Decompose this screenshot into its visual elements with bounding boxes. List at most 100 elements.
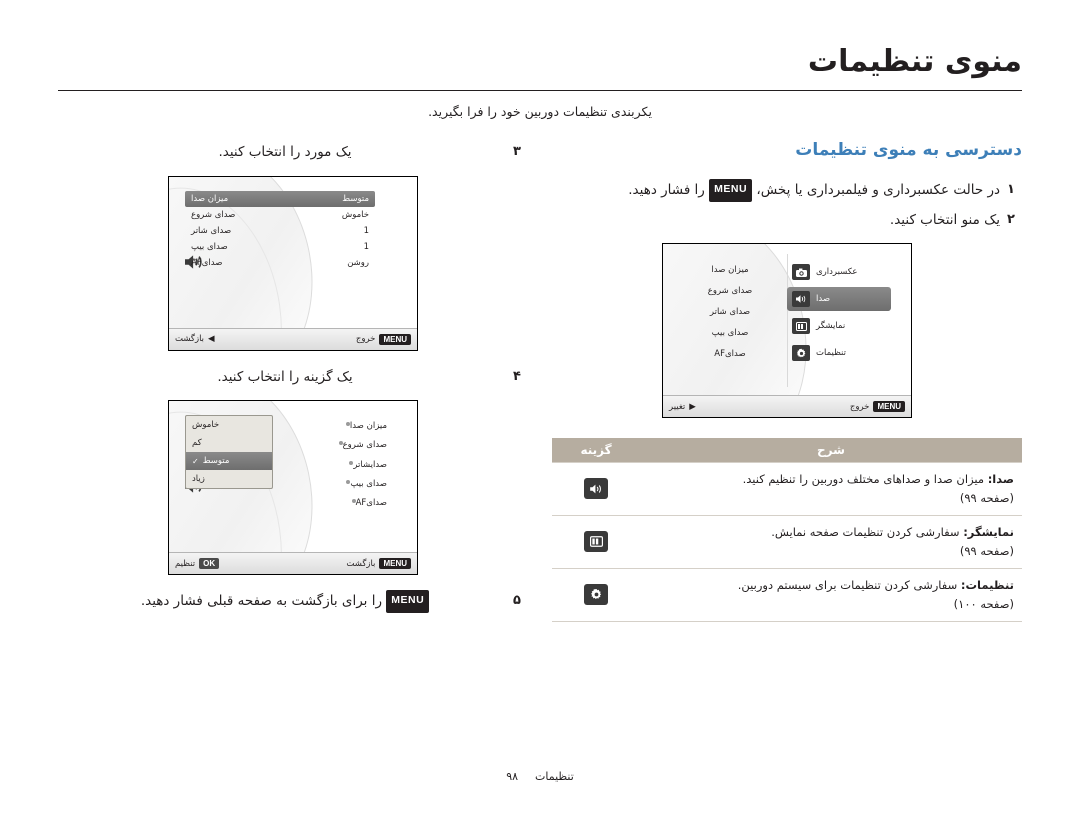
change-label: تغییر — [669, 401, 686, 412]
menu-item-sound[interactable]: صدا — [787, 287, 891, 312]
set-label: تنظیم — [175, 558, 196, 569]
table-cell-icon-display — [552, 515, 640, 570]
step-4-number: ۴ — [513, 368, 521, 384]
menu-chip: MENU — [873, 401, 905, 413]
step-5: ۵ MENU را برای بازگشت به صفحه قبلی فشار … — [58, 589, 528, 615]
option-low[interactable]: کم — [186, 434, 272, 452]
bottom-bar-left[interactable]: MENU خروج — [850, 401, 905, 413]
list-item-af-sound-label: صدایAF — [191, 257, 223, 268]
screen-bottom-bar: MENU خروج ◀ بازگشت — [169, 327, 417, 350]
display-icon — [792, 318, 810, 335]
page-title: منوی تنظیمات — [807, 44, 1022, 79]
speaker-icon — [584, 478, 608, 500]
exit-label: خروج — [355, 334, 376, 345]
bottom-bar-right[interactable]: ▶ تغییر — [669, 402, 696, 412]
volume-options-popup: خاموش کم متوسط ✓ زیاد — [185, 415, 273, 490]
list-item-shutter-sound-label: صدایشاتر — [353, 459, 387, 470]
sound-item-beep: صدای بیپ — [711, 327, 749, 338]
list-item-beep-sound[interactable]: صدای بیپ — [301, 475, 387, 494]
list-item-start-sound-value: خاموش — [341, 209, 369, 220]
table-row: نمایشگر: سفارشی کردن تنظیمات صفحه نمایش.… — [552, 515, 1022, 570]
sound-settings-list: میزان صدا صدای شروع صدایشاتر صدای بیپ صد… — [301, 417, 387, 513]
table-cell-desc-settings: تنظیمات: سفارشی کردن تنظیمات برای سیستم … — [640, 568, 1022, 623]
bottom-bar-right[interactable]: OK تنظیم — [175, 558, 220, 570]
list-item-af-sound-value: روشن — [347, 257, 369, 268]
step-5-number: ۵ — [513, 593, 521, 609]
gear-icon — [584, 583, 608, 605]
intro-text: یکربندی تنظیمات دوربین خود را فرا بگیرید… — [428, 104, 652, 119]
bottom-bar-right[interactable]: ◀ بازگشت — [175, 334, 215, 344]
menu-item-display[interactable]: نمایشگر — [787, 314, 891, 338]
bottom-bar-left[interactable]: MENU بازگشت — [346, 558, 411, 570]
camera-screen-item-select: متوسط میزان صدا خاموش صدای شروع 1 صدای ش… — [168, 175, 418, 351]
camera-icon — [792, 264, 810, 281]
list-item-start-sound[interactable]: صدای شروع — [301, 436, 387, 455]
list-item-shutter-sound-value: 1 — [363, 225, 369, 236]
bottom-bar-left[interactable]: MENU خروج — [355, 333, 411, 345]
step-4: ۴ یک گزینه را انتخاب کنید. — [58, 365, 528, 391]
row-sound-page: (صفحه ۹۹) — [959, 491, 1014, 506]
camera-screen-option-select: میزان صدا صدای شروع صدایشاتر صدای بیپ صد… — [168, 400, 418, 576]
list-item-volume[interactable]: متوسط میزان صدا — [185, 190, 375, 207]
menu-item-shooting[interactable]: عکسبرداری — [787, 260, 891, 284]
step-2-text: یک منو انتخاب کنید. — [889, 211, 1000, 228]
table-cell-desc-display: نمایشگر: سفارشی کردن تنظیمات صفحه نمایش.… — [640, 515, 1022, 570]
list-item-af-sound-label: صدایAF — [355, 497, 387, 508]
table-header-icon: گزینه — [552, 438, 640, 463]
gear-icon — [792, 345, 810, 362]
option-high[interactable]: زیاد — [186, 470, 272, 488]
row-display-bold: نمایشگر: — [963, 525, 1014, 540]
step-1-text-after: را فشار دهید. — [628, 182, 705, 198]
step-1-text-before: در حالت عکسبرداری و فیلمبرداری یا پخش، — [756, 182, 1000, 198]
list-item-shutter-sound-label: صدای شاتر — [191, 225, 232, 236]
step-1-text: در حالت عکسبرداری و فیلمبرداری یا پخش، M… — [552, 178, 1000, 204]
section-heading: دسترسی به منوی تنظیمات — [795, 140, 1022, 160]
row-display-text: سفارشی کردن تنظیمات صفحه نمایش. — [771, 525, 960, 540]
option-medium[interactable]: متوسط ✓ — [186, 452, 272, 471]
list-item-start-sound-label: صدای شروع — [342, 440, 387, 451]
step-3-number: ۳ — [513, 144, 521, 159]
arrow-right-icon: ▶ — [689, 401, 696, 412]
table-cell-desc-sound: صدا: میزان صدا و صداهای مختلف دوربین را … — [640, 462, 1022, 517]
back-label: بازگشت — [346, 558, 376, 569]
list-item-start-sound-label: صدای شروع — [191, 209, 236, 220]
sound-item-af: صدایAF — [714, 348, 746, 359]
list-item-beep-sound-label: صدای بیپ — [350, 478, 387, 489]
ok-chip: OK — [199, 558, 220, 570]
left-column: ۳ یک مورد را انتخاب کنید. متوسط میزان صد… — [58, 140, 528, 619]
list-item-volume-label: میزان صدا — [349, 421, 387, 432]
list-item-beep-sound-label: صدای بیپ — [191, 241, 228, 252]
row-settings-page: (صفحه ۱۰۰) — [953, 597, 1014, 612]
page-footer: تنظیمات ۹۸ — [0, 770, 1080, 783]
check-icon: ✓ — [192, 456, 199, 466]
option-medium-label: متوسط — [202, 456, 230, 467]
list-item-volume-value: متوسط — [342, 193, 369, 204]
menu-icon-list: عکسبرداری صدا نمایشگر تنظیمات — [787, 260, 891, 368]
step-1-number: ۱ — [1007, 182, 1015, 197]
option-high-label: زیاد — [192, 474, 205, 485]
camera-screen-menu-select: عکسبرداری صدا نمایشگر تنظیمات میزان صدا … — [662, 243, 912, 419]
sound-submenu-list: میزان صدا صدای شروع صدای شاتر صدای بیپ ص… — [681, 260, 779, 364]
list-item-volume[interactable]: میزان صدا — [301, 417, 387, 436]
list-item-shutter-sound[interactable]: صدایشاتر — [301, 456, 387, 475]
footer-page-number: ۹۸ — [506, 770, 519, 783]
title-divider — [58, 90, 1022, 91]
list-item-beep-sound-value: 1 — [363, 241, 369, 252]
speaker-icon — [792, 291, 810, 308]
option-off[interactable]: خاموش — [186, 416, 272, 434]
table-header-desc: شرح — [640, 438, 1022, 463]
list-item-af-sound[interactable]: صدایAF — [301, 494, 387, 513]
table-header-row: شرح گزینه — [552, 438, 1022, 463]
row-settings-text: سفارشی کردن تنظیمات برای سیستم دوربین. — [737, 578, 958, 593]
list-item-af-sound[interactable]: روشن صدایAF — [185, 255, 375, 271]
menu-item-settings[interactable]: تنظیمات — [787, 341, 891, 365]
sound-item-start: صدای شروع — [707, 286, 753, 297]
list-item-shutter-sound[interactable]: 1 صدای شاتر — [185, 223, 375, 239]
menu-item-display-label: نمایشگر — [816, 321, 846, 332]
options-table: شرح گزینه صدا: میزان صدا و صداهای مختلف … — [552, 438, 1022, 623]
list-item-start-sound[interactable]: خاموش صدای شروع — [185, 207, 375, 223]
row-settings-bold: تنظیمات: — [960, 578, 1014, 593]
list-item-beep-sound[interactable]: 1 صدای بیپ — [185, 239, 375, 255]
list-item-volume-label: میزان صدا — [191, 193, 229, 204]
right-column: دسترسی به منوی تنظیمات ۱ در حالت عکسبردا… — [552, 140, 1022, 623]
